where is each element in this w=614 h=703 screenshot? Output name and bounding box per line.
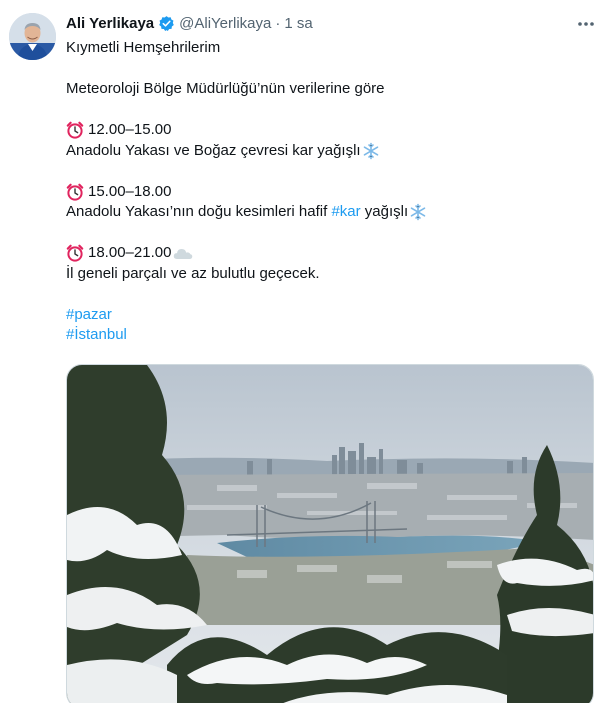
timestamp[interactable]: 1 sa bbox=[284, 15, 312, 32]
slot3-time-line: 18.00–21.00 bbox=[66, 243, 596, 264]
cloud-icon bbox=[173, 246, 193, 260]
user-name[interactable]: Ali Yerlikaya bbox=[66, 15, 154, 32]
hashtag-line-2: #İstanbul bbox=[66, 325, 596, 346]
alarm-clock-icon bbox=[66, 244, 84, 262]
slot2-time: 15.00–18.00 bbox=[88, 182, 172, 200]
more-options-icon[interactable] bbox=[574, 14, 598, 34]
hashtag-istanbul[interactable]: #İstanbul bbox=[66, 325, 127, 346]
separator-dot: · bbox=[275, 14, 281, 32]
alarm-clock-icon bbox=[66, 183, 84, 201]
verified-badge-icon bbox=[158, 15, 175, 32]
slot3-text-line: İl geneli parçalı ve az bulutlu geçecek. bbox=[66, 264, 320, 282]
slot2-time-line: 15.00–18.00 bbox=[66, 182, 596, 203]
slot2-text-line: Anadolu Yakası’nın doğu kesimleri hafif … bbox=[66, 202, 596, 223]
intro-line: Meteoroloji Bölge Müdürlüğü’nün verileri… bbox=[66, 80, 385, 97]
slot1-time: 12.00–15.00 bbox=[88, 121, 172, 138]
hashtag-line-1: #pazar bbox=[66, 305, 596, 326]
hashtag-pazar[interactable]: #pazar bbox=[66, 305, 112, 326]
tweet-text: Kıymetli Hemşehrilerim Meteoroloji Bölge… bbox=[66, 38, 596, 346]
slot2-text-after: yağışlı bbox=[360, 203, 409, 220]
greeting-line: Kıymetli Hemşehrilerim bbox=[66, 39, 221, 56]
tweet-photo[interactable] bbox=[66, 364, 594, 703]
slot1-text-line: Anadolu Yakası ve Boğaz çevresi kar yağı… bbox=[66, 141, 596, 162]
slot1-text: Anadolu Yakası ve Boğaz çevresi kar yağı… bbox=[66, 141, 361, 159]
avatar[interactable] bbox=[9, 13, 56, 60]
snowflake-icon bbox=[362, 142, 380, 160]
tweet-header: Ali Yerlikaya @AliYerlikaya · 1 sa bbox=[66, 12, 313, 34]
snowflake-icon bbox=[409, 203, 427, 221]
slot3-time: 18.00–21.00 bbox=[88, 244, 172, 261]
hashtag-kar[interactable]: #kar bbox=[331, 202, 360, 223]
user-handle[interactable]: @AliYerlikaya bbox=[179, 15, 271, 32]
slot1-time-line: 12.00–15.00 bbox=[66, 120, 596, 141]
tweet[interactable]: Ali Yerlikaya @AliYerlikaya · 1 sa Kıyme… bbox=[0, 0, 614, 703]
alarm-clock-icon bbox=[66, 121, 84, 139]
slot2-text-before: Anadolu Yakası’nın doğu kesimleri hafif bbox=[66, 203, 332, 220]
